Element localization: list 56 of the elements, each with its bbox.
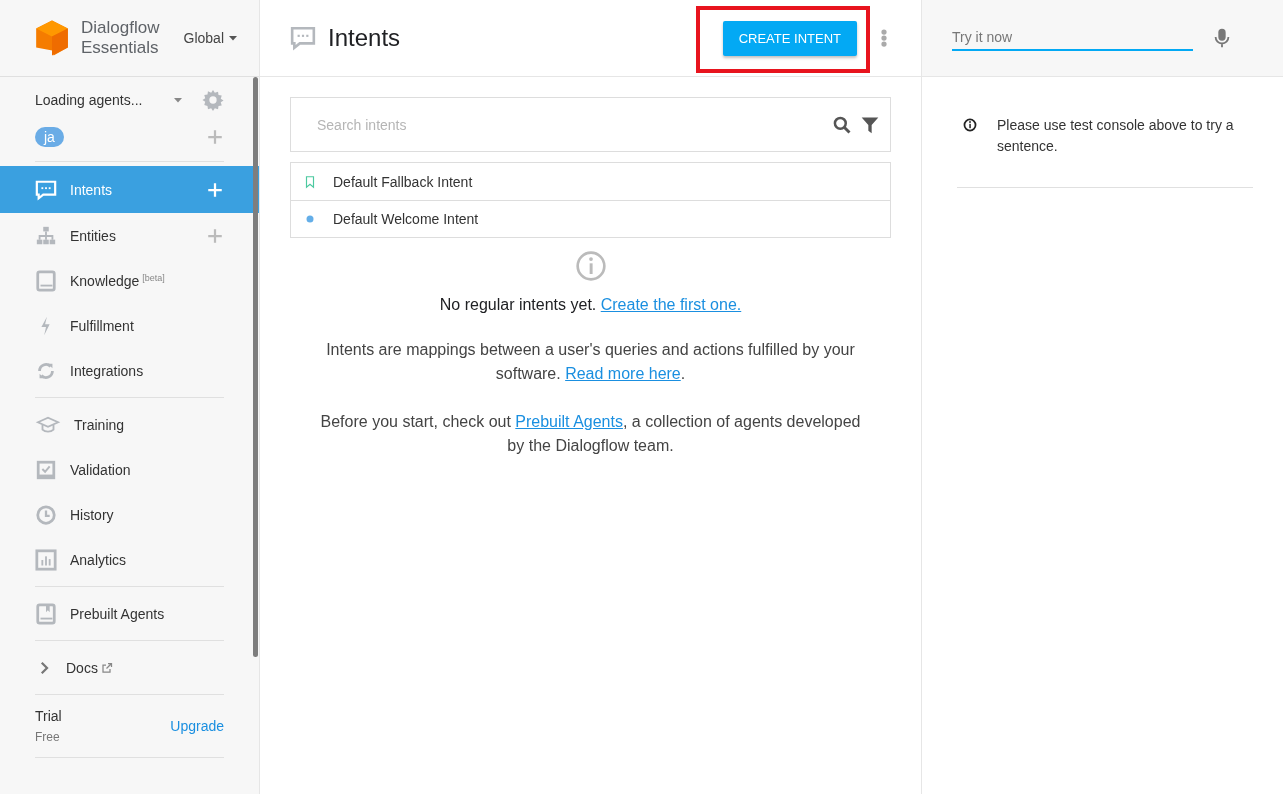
- search-input[interactable]: Search intents: [315, 115, 824, 134]
- nav-label: Training: [74, 416, 125, 433]
- nav-item[interactable]: Training: [0, 402, 259, 447]
- nav-label: Validation: [70, 461, 131, 478]
- beta-tag: [beta]: [142, 272, 165, 283]
- link[interactable]: Create the first one.: [600, 296, 742, 313]
- bar-chart-icon: [35, 548, 57, 571]
- info-icon: [963, 118, 977, 132]
- hierarchy-icon: [35, 224, 57, 247]
- nav-item[interactable]: Entities: [0, 213, 259, 258]
- plan-label: Free: [35, 730, 61, 744]
- nav-label: Docs: [66, 659, 113, 676]
- brand-name: Dialogflow Essentials: [81, 18, 160, 58]
- plus-icon[interactable]: [206, 128, 224, 146]
- empty-message: No regular intents yet. Create the first one.: [439, 296, 742, 314]
- book-icon: [35, 269, 57, 292]
- intent-row[interactable]: Default Welcome Intent: [291, 200, 890, 237]
- nav-label: Intents: [70, 181, 113, 198]
- nav-item[interactable]: Docs: [0, 645, 259, 690]
- link[interactable]: Prebuilt Agents: [515, 413, 623, 430]
- nav-item[interactable]: Knowledge [beta]: [0, 258, 259, 303]
- scrollbar[interactable]: [253, 77, 258, 657]
- page-title: Intents: [328, 24, 401, 52]
- nav-label: Fulfillment: [70, 317, 134, 334]
- nav-label: Integrations: [70, 362, 144, 379]
- external-link-icon: [100, 661, 113, 674]
- clock-icon: [35, 503, 57, 526]
- nav-item[interactable]: Analytics: [0, 537, 259, 582]
- nav-label: Entities: [70, 227, 116, 244]
- nav-item[interactable]: Prebuilt Agents: [0, 591, 259, 636]
- plus-icon[interactable]: [206, 226, 224, 245]
- nav-label: Analytics: [70, 551, 127, 568]
- chat-icon: [35, 178, 57, 201]
- console-message: Please use test console above to try a sentence.: [997, 116, 1235, 156]
- nav-label: Prebuilt Agents: [70, 605, 165, 622]
- nav-label: Knowledge [beta]: [70, 272, 165, 289]
- help-text: Intents are mappings between a user's queries and actions fulfilled by your software. Read more here.: [325, 340, 856, 384]
- search-field[interactable]: Search intents: [290, 97, 891, 152]
- info-icon: [574, 250, 607, 282]
- nav-label: History: [70, 506, 114, 523]
- bookmark-icon: [303, 174, 317, 189]
- agent-selector[interactable]: Loading agents...: [35, 92, 143, 108]
- region-dropdown[interactable]: Global: [183, 30, 239, 46]
- nav-item[interactable]: History: [0, 492, 259, 537]
- chat-icon: [290, 25, 316, 51]
- more-vertical-icon[interactable]: [881, 28, 887, 48]
- settings-icon[interactable]: [202, 89, 224, 111]
- intent-row[interactable]: Default Fallback Intent: [291, 163, 890, 200]
- checkbox-icon: [35, 458, 57, 481]
- help-text: Before you start, check out Prebuilt Agents, a collection of agents developed by the Dialogflow team.: [320, 412, 861, 456]
- nav-item[interactable]: Fulfillment: [0, 303, 259, 348]
- book-icon: [35, 602, 57, 625]
- search-icon[interactable]: [832, 114, 852, 135]
- nav-item[interactable]: Validation: [0, 447, 259, 492]
- nav-item[interactable]: Integrations: [0, 348, 259, 393]
- plan-name: Trial: [35, 708, 62, 724]
